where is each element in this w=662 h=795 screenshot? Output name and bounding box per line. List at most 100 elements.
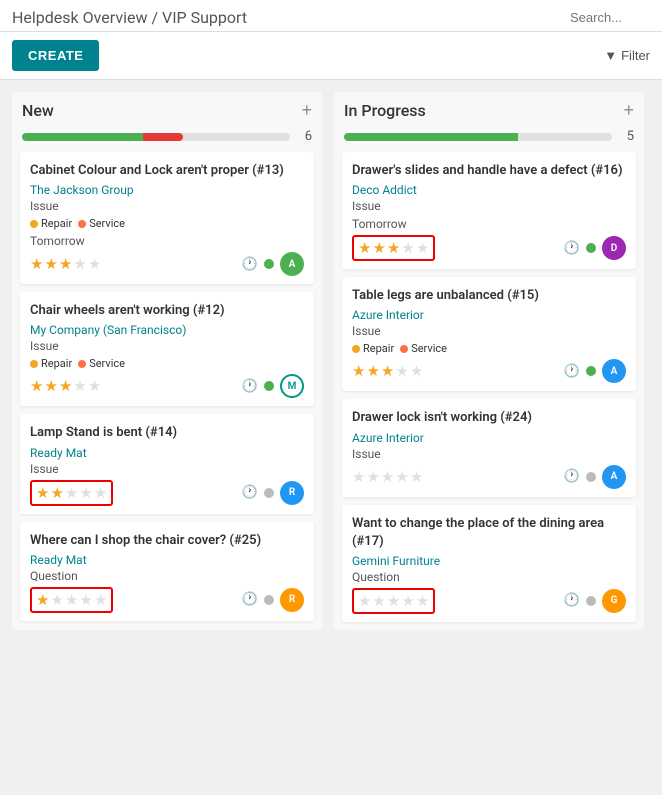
card-title: Where can I shop the chair cover? (#25) <box>30 532 304 550</box>
star-2[interactable]: ★ <box>44 255 57 273</box>
star-3[interactable]: ★ <box>381 362 394 380</box>
star-1[interactable]: ★ <box>30 255 43 273</box>
card-stars[interactable]: ★★★★★ <box>352 235 435 261</box>
card-company: Azure Interior <box>352 431 626 445</box>
star-3[interactable]: ★ <box>65 484 78 502</box>
filter-label: Filter <box>621 48 650 63</box>
card-stars[interactable]: ★★★★★ <box>352 588 435 614</box>
star-2[interactable]: ★ <box>366 468 379 486</box>
card-right: 🕐A <box>242 252 304 276</box>
clock-icon: 🕐 <box>564 241 580 256</box>
card-type: Question <box>352 570 626 584</box>
progress-bar-row-in-progress: 5 <box>334 129 644 152</box>
star-3[interactable]: ★ <box>59 377 72 395</box>
avatar: G <box>602 589 626 613</box>
star-1[interactable]: ★ <box>36 591 49 609</box>
star-4[interactable]: ★ <box>73 377 86 395</box>
header: Helpdesk Overview / VIP Support <box>0 0 662 32</box>
card-type: Issue <box>352 324 626 338</box>
star-5[interactable]: ★ <box>410 468 423 486</box>
tag-dot <box>78 360 86 368</box>
status-dot <box>586 472 596 482</box>
card-card-2[interactable]: Chair wheels aren't working (#12) My Comp… <box>20 292 314 406</box>
star-2[interactable]: ★ <box>366 362 379 380</box>
star-1[interactable]: ★ <box>36 484 49 502</box>
star-5[interactable]: ★ <box>416 239 429 257</box>
filter-button[interactable]: ▼ Filter <box>604 48 650 63</box>
card-footer: ★★★★★🕐A <box>30 252 304 276</box>
star-3[interactable]: ★ <box>387 592 400 610</box>
card-date: Tomorrow <box>30 234 304 248</box>
card-card-6[interactable]: Table legs are unbalanced (#15) Azure Int… <box>342 277 636 391</box>
star-1[interactable]: ★ <box>352 362 365 380</box>
card-card-8[interactable]: Want to change the place of the dining a… <box>342 505 636 622</box>
star-5[interactable]: ★ <box>410 362 423 380</box>
clock-icon: 🕐 <box>242 257 258 272</box>
card-card-3[interactable]: Lamp Stand is bent (#14)Ready MatIssue★★… <box>20 414 314 513</box>
tag-dot <box>78 220 86 228</box>
card-stars[interactable]: ★★★★★ <box>30 377 101 395</box>
card-card-7[interactable]: Drawer lock isn't working (#24)Azure Int… <box>342 399 636 496</box>
star-1[interactable]: ★ <box>352 468 365 486</box>
tag-dot <box>352 345 360 353</box>
star-4[interactable]: ★ <box>395 468 408 486</box>
kanban-board: New+6Cabinet Colour and Lock aren't prop… <box>0 80 662 642</box>
card-stars[interactable]: ★★★★★ <box>352 362 423 380</box>
star-2[interactable]: ★ <box>44 377 57 395</box>
star-5[interactable]: ★ <box>94 591 107 609</box>
star-1[interactable]: ★ <box>358 239 371 257</box>
star-4[interactable]: ★ <box>401 592 414 610</box>
progress-bar-new <box>22 133 290 141</box>
card-card-1[interactable]: Cabinet Colour and Lock aren't proper (#… <box>20 152 314 284</box>
star-4[interactable]: ★ <box>401 239 414 257</box>
star-2[interactable]: ★ <box>372 239 385 257</box>
card-stars[interactable]: ★★★★★ <box>352 468 423 486</box>
card-title: Chair wheels aren't working (#12) <box>30 302 304 320</box>
search-input[interactable] <box>570 10 650 25</box>
filter-icon: ▼ <box>604 48 617 63</box>
star-1[interactable]: ★ <box>358 592 371 610</box>
star-5[interactable]: ★ <box>88 255 101 273</box>
star-5[interactable]: ★ <box>88 377 101 395</box>
star-4[interactable]: ★ <box>79 591 92 609</box>
tag-dot <box>400 345 408 353</box>
card-stars[interactable]: ★★★★★ <box>30 480 113 506</box>
column-count-new: 6 <box>296 129 312 144</box>
card-title: Table legs are unbalanced (#15) <box>352 287 626 305</box>
star-2[interactable]: ★ <box>50 591 63 609</box>
card-stars[interactable]: ★★★★★ <box>30 587 113 613</box>
column-add-button-in-progress[interactable]: + <box>623 100 634 121</box>
column-new: New+6Cabinet Colour and Lock aren't prop… <box>12 92 322 630</box>
card-type: Question <box>30 569 304 583</box>
star-1[interactable]: ★ <box>30 377 43 395</box>
star-2[interactable]: ★ <box>50 484 63 502</box>
card-card-5[interactable]: Drawer's slides and handle have a defect… <box>342 152 636 269</box>
star-2[interactable]: ★ <box>372 592 385 610</box>
star-4[interactable]: ★ <box>395 362 408 380</box>
card-stars[interactable]: ★★★★★ <box>30 255 101 273</box>
star-5[interactable]: ★ <box>416 592 429 610</box>
star-3[interactable]: ★ <box>59 255 72 273</box>
card-company: Ready Mat <box>30 553 304 567</box>
card-type: Issue <box>352 447 626 461</box>
card-company: My Company (San Francisco) <box>30 323 304 337</box>
star-4[interactable]: ★ <box>73 255 86 273</box>
star-3[interactable]: ★ <box>65 591 78 609</box>
star-3[interactable]: ★ <box>381 468 394 486</box>
card-card-4[interactable]: Where can I shop the chair cover? (#25) R… <box>20 522 314 621</box>
card-company: Azure Interior <box>352 308 626 322</box>
card-tag: Service <box>78 217 125 230</box>
card-footer: ★★★★★🕐R <box>30 587 304 613</box>
tag-dot <box>30 220 38 228</box>
star-4[interactable]: ★ <box>79 484 92 502</box>
card-tag: Repair <box>30 217 72 230</box>
star-3[interactable]: ★ <box>387 239 400 257</box>
clock-icon: 🕐 <box>564 593 580 608</box>
column-add-button-new[interactable]: + <box>301 100 312 121</box>
card-right: 🕐D <box>564 236 626 260</box>
card-footer: ★★★★★🕐G <box>352 588 626 614</box>
avatar: M <box>280 374 304 398</box>
create-button[interactable]: CREATE <box>12 40 99 71</box>
card-date: Tomorrow <box>352 217 626 231</box>
star-5[interactable]: ★ <box>94 484 107 502</box>
